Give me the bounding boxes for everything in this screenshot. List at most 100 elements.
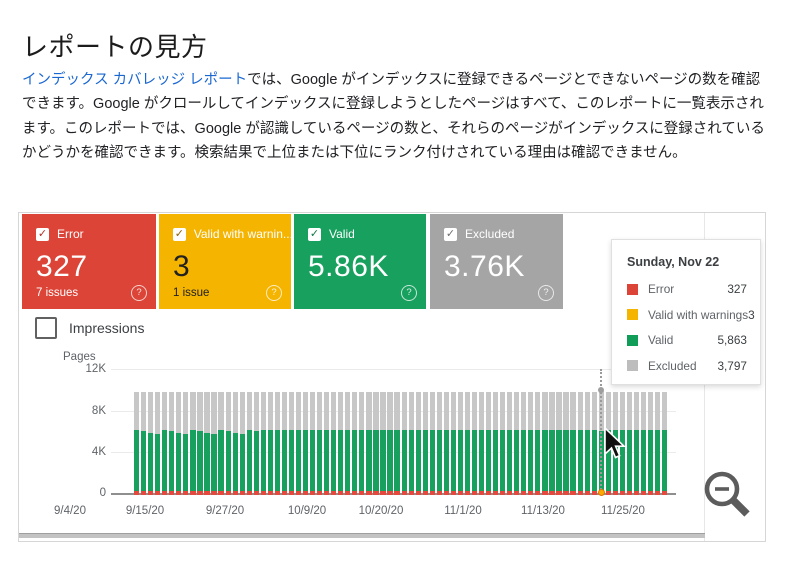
chart-bar[interactable]	[324, 392, 329, 495]
chart-bar[interactable]	[296, 392, 301, 495]
chart-bar[interactable]	[176, 392, 181, 495]
help-icon[interactable]: ?	[401, 285, 417, 301]
bar-segment-excluded	[416, 392, 421, 431]
chart-bar[interactable]	[479, 392, 484, 495]
chart-bar[interactable]	[437, 392, 442, 495]
chart-bar[interactable]	[233, 392, 238, 495]
chart-bar[interactable]	[359, 392, 364, 495]
chart-bar[interactable]	[627, 392, 632, 495]
chart-bar[interactable]	[204, 392, 209, 495]
chart-bar[interactable]	[592, 392, 597, 495]
chart-bar[interactable]	[514, 392, 519, 495]
chart-bar[interactable]	[655, 392, 660, 495]
hover-warning-dot	[598, 489, 605, 496]
chart-bar[interactable]	[303, 392, 308, 495]
status-card-excluded[interactable]: ✓ Excluded 3.76K ?	[430, 214, 563, 309]
chart-bar[interactable]	[218, 392, 223, 495]
chart-bar[interactable]	[430, 392, 435, 495]
chart-bar[interactable]	[585, 392, 590, 495]
chart-bar[interactable]	[240, 392, 245, 495]
chart-bar[interactable]	[662, 392, 667, 495]
help-icon[interactable]: ?	[538, 285, 554, 301]
bar-segment-error	[317, 491, 322, 495]
chart-bar[interactable]	[352, 392, 357, 495]
chart-bar[interactable]	[345, 392, 350, 495]
chart-bar[interactable]	[261, 392, 266, 495]
chart-bar[interactable]	[190, 392, 195, 495]
chart-bar[interactable]	[380, 392, 385, 495]
chart-bar[interactable]	[535, 392, 540, 495]
help-icon[interactable]: ?	[266, 285, 282, 301]
chart-bar[interactable]	[162, 392, 167, 495]
chart-bar[interactable]	[134, 392, 139, 495]
chart-bar[interactable]	[254, 392, 259, 495]
chart-bar[interactable]	[247, 392, 252, 495]
chart-bar[interactable]	[268, 392, 273, 495]
bar-segment-valid	[542, 430, 547, 491]
chart-bar[interactable]	[486, 392, 491, 495]
chart-bar[interactable]	[155, 392, 160, 495]
chart-bar[interactable]	[570, 392, 575, 495]
chart-bar[interactable]	[444, 392, 449, 495]
bar-segment-excluded	[556, 392, 561, 431]
chart-bar[interactable]	[197, 392, 202, 495]
horizontal-scrollbar[interactable]	[19, 533, 705, 538]
chart-bar[interactable]	[394, 392, 399, 495]
chart-bar[interactable]	[528, 392, 533, 495]
chart-bar[interactable]	[641, 392, 646, 495]
chart-bar[interactable]	[549, 392, 554, 495]
chart-bar[interactable]	[648, 392, 653, 495]
coverage-chart-plot[interactable]	[111, 369, 676, 494]
valid-with-warnings-checkbox[interactable]: ✓	[173, 228, 186, 241]
chart-bar[interactable]	[493, 392, 498, 495]
valid-checkbox[interactable]: ✓	[308, 228, 321, 241]
chart-bar[interactable]	[275, 392, 280, 495]
error-checkbox[interactable]: ✓	[36, 228, 49, 241]
chart-bar[interactable]	[289, 392, 294, 495]
chart-bar[interactable]	[226, 392, 231, 495]
chart-bar[interactable]	[317, 392, 322, 495]
chart-bar[interactable]	[578, 392, 583, 495]
chart-bar[interactable]	[211, 392, 216, 495]
help-icon[interactable]: ?	[131, 285, 147, 301]
chart-bar[interactable]	[310, 392, 315, 495]
status-card-error[interactable]: ✓ Error 327 7 issues ?	[22, 214, 156, 309]
chart-bar[interactable]	[451, 392, 456, 495]
excluded-checkbox[interactable]: ✓	[444, 228, 457, 241]
chart-bar[interactable]	[556, 392, 561, 495]
chart-bar[interactable]	[500, 392, 505, 495]
impressions-checkbox[interactable]	[35, 317, 57, 339]
chart-bar[interactable]	[373, 392, 378, 495]
bar-segment-excluded	[254, 392, 259, 432]
status-card-valid-with-warnings[interactable]: ✓ Valid with warnin... 3 1 issue ?	[159, 214, 291, 309]
chart-bar[interactable]	[563, 392, 568, 495]
chart-bar[interactable]	[458, 392, 463, 495]
chart-bar[interactable]	[141, 392, 146, 495]
chart-bar[interactable]	[402, 392, 407, 495]
chart-bar[interactable]	[366, 392, 371, 495]
impressions-toggle[interactable]: Impressions	[35, 317, 144, 339]
chart-bar[interactable]	[409, 392, 414, 495]
chart-bar[interactable]	[472, 392, 477, 495]
chart-bar[interactable]	[416, 392, 421, 495]
chart-bar[interactable]	[338, 392, 343, 495]
status-card-valid[interactable]: ✓ Valid 5.86K ?	[294, 214, 426, 309]
chart-bar[interactable]	[542, 392, 547, 495]
bar-segment-excluded	[190, 392, 195, 430]
chart-bar[interactable]	[634, 392, 639, 495]
bar-segment-error	[352, 491, 357, 495]
index-coverage-report-link[interactable]: インデックス カバレッジ レポート	[22, 72, 247, 88]
chart-bar[interactable]	[507, 392, 512, 495]
chart-bar[interactable]	[423, 392, 428, 495]
zoom-out-icon[interactable]	[699, 466, 761, 528]
chart-bar[interactable]	[521, 392, 526, 495]
bar-segment-error	[169, 491, 174, 495]
bar-segment-valid	[261, 430, 266, 491]
chart-bar[interactable]	[169, 392, 174, 495]
chart-bar[interactable]	[331, 392, 336, 495]
chart-bar[interactable]	[387, 392, 392, 495]
chart-bar[interactable]	[282, 392, 287, 495]
chart-bar[interactable]	[148, 392, 153, 495]
chart-bar[interactable]	[183, 392, 188, 495]
chart-bar[interactable]	[465, 392, 470, 495]
